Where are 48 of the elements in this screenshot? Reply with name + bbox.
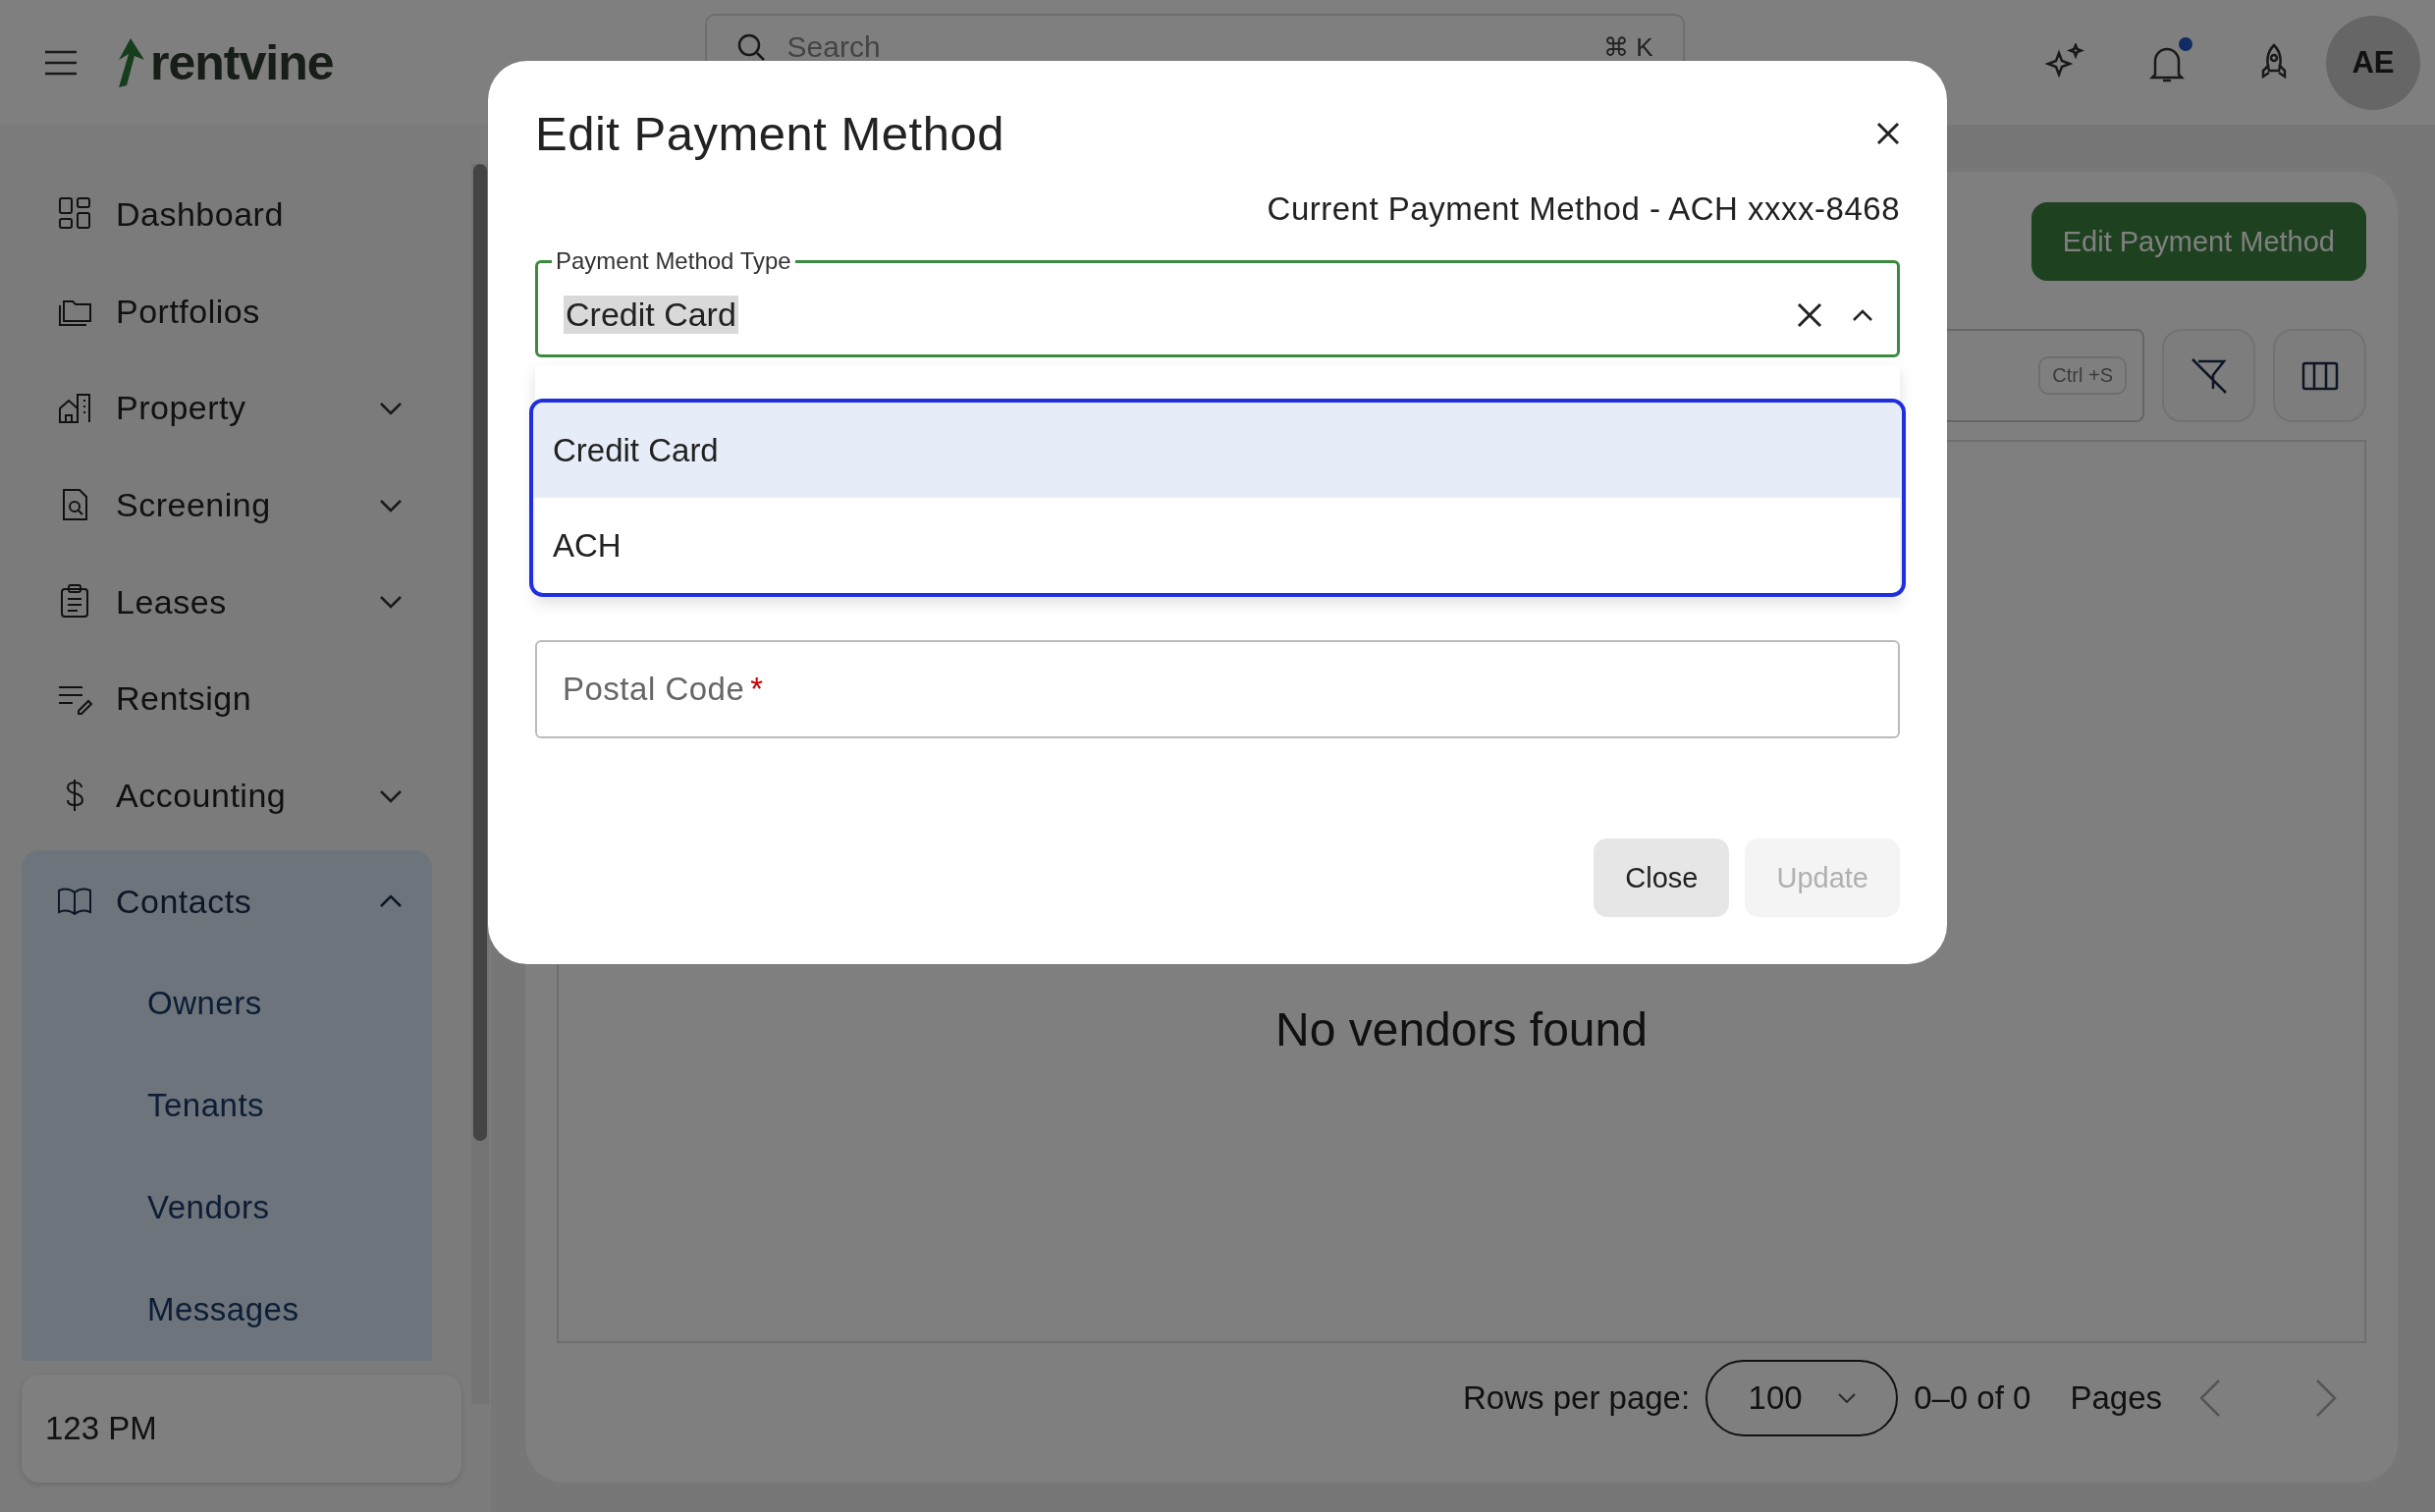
clear-filter-button[interactable] — [2162, 329, 2255, 422]
close-button[interactable]: Close — [1594, 838, 1730, 917]
sidebar-footer-card[interactable]: 123 PM — [22, 1375, 461, 1483]
nav-item[interactable]: Dashboard — [22, 166, 432, 263]
chevron-down-icon — [379, 498, 403, 513]
edit-payment-method-button[interactable]: Edit Payment Method — [2030, 202, 2366, 281]
clear-icon[interactable] — [1797, 301, 1822, 328]
nav-item[interactable]: Rentsign — [22, 650, 432, 748]
chevron-down-icon — [379, 401, 403, 415]
nav-item[interactable]: Contacts — [22, 850, 432, 953]
postal-code-field[interactable]: Postal Code * — [535, 640, 1900, 738]
chevron-up-icon — [379, 894, 403, 909]
chevron-up-icon[interactable] — [1852, 307, 1873, 322]
nav-item[interactable]: Screening — [22, 457, 432, 554]
nav-item[interactable]: Leases — [22, 553, 432, 651]
filter-off-icon — [2190, 356, 2228, 395]
field-label: Payment Method Type — [555, 247, 792, 275]
scrollbar[interactable] — [473, 164, 487, 1141]
search-placeholder: Search — [786, 30, 882, 64]
search-icon — [735, 32, 766, 62]
pages-label: Pages — [2070, 1379, 2162, 1417]
close-icon[interactable] — [1876, 122, 1900, 145]
nav-subitem[interactable]: Tenants — [22, 1054, 432, 1158]
current-payment-method: Current Payment Method - ACH xxxx-8468 — [1267, 190, 1900, 228]
page-range: 0–0 of 0 — [1914, 1379, 2031, 1417]
chevron-down-icon — [1837, 1393, 1856, 1403]
user-avatar[interactable]: AE — [2326, 15, 2420, 110]
empty-message: No vendors found — [1275, 1001, 1648, 1056]
nav-item[interactable]: Accounting — [22, 747, 432, 845]
logo-text: rentvine — [150, 33, 334, 91]
dropdown-option[interactable]: Credit Card — [533, 403, 1902, 498]
rows-per-page-label: Rows per page: — [1463, 1379, 1691, 1417]
dialog-title: Edit Payment Method — [535, 106, 1004, 161]
nav-subitem[interactable]: Vendors — [22, 1157, 432, 1260]
columns-button[interactable] — [2273, 329, 2366, 422]
shortcut-hint: Ctrl +S — [2038, 356, 2127, 395]
dropdown-option[interactable]: ACH — [533, 498, 1902, 593]
shortcut-hint: ⌘ K — [1602, 31, 1653, 63]
menu-icon[interactable] — [44, 49, 78, 76]
chevron-down-icon — [379, 788, 403, 803]
rows-per-page-select[interactable]: 100 — [1705, 1360, 1899, 1436]
nav-subitem[interactable]: Messages — [22, 1259, 432, 1361]
nav-item[interactable]: Portfolios — [22, 262, 432, 360]
nav-item[interactable]: Property — [22, 359, 432, 458]
nav-subitem[interactable]: Owners — [22, 952, 432, 1055]
chevron-down-icon — [379, 595, 403, 610]
columns-icon — [2300, 360, 2339, 391]
select-value: Credit Card — [564, 296, 738, 334]
